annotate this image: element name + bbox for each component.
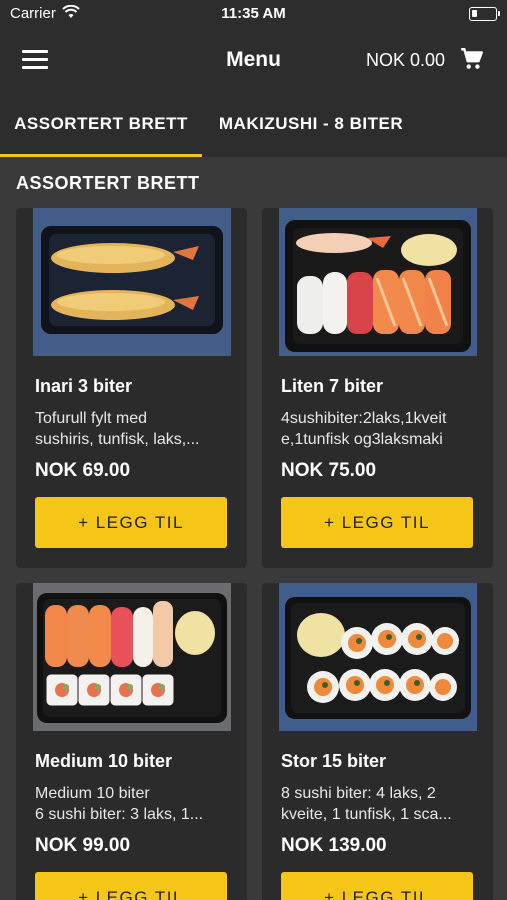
cart-total: NOK 0.00 bbox=[365, 50, 445, 70]
product-price: NOK 139.00 bbox=[281, 835, 387, 856]
tab-makizushi[interactable]: MAKIZUSHI - 8 BITER bbox=[202, 92, 420, 157]
category-tabs: ASSORTERT BRETT MAKIZUSHI - 8 BITER bbox=[0, 92, 507, 157]
add-to-cart-button[interactable]: + LEGG TIL bbox=[281, 497, 473, 548]
product-card[interactable]: Inari 3 biter Tofurull fylt med sushiris… bbox=[16, 208, 247, 568]
product-image bbox=[33, 208, 231, 356]
product-description: Tofurull fylt med sushiris, tunfisk, lak… bbox=[35, 410, 200, 448]
product-price: NOK 99.00 bbox=[35, 835, 131, 856]
product-description: 8 sushi biter: 4 laks, 2 kveite, 1 tunfi… bbox=[281, 785, 452, 823]
product-price: NOK 69.00 bbox=[35, 460, 131, 481]
product-description: 4sushibiter:2laks,1kveit e,1tunfisk og3l… bbox=[281, 410, 447, 448]
product-name: Liten 7 biter bbox=[281, 376, 384, 396]
status-bar: Carrier 11:35 AM bbox=[0, 0, 507, 28]
product-name: Medium 10 biter bbox=[35, 751, 173, 771]
add-to-cart-button[interactable]: + LEGG TIL bbox=[35, 872, 227, 900]
product-image bbox=[279, 208, 477, 356]
product-image bbox=[279, 583, 477, 731]
hamburger-icon[interactable] bbox=[22, 50, 48, 70]
product-description: Medium 10 biter 6 sushi biter: 3 laks, 1… bbox=[35, 785, 204, 823]
product-card[interactable]: Medium 10 biter Medium 10 biter 6 sushi … bbox=[16, 583, 247, 900]
product-name: Inari 3 biter bbox=[35, 376, 133, 396]
cart-icon[interactable] bbox=[459, 46, 485, 72]
product-name: Stor 15 biter bbox=[281, 751, 387, 771]
add-to-cart-button[interactable]: + LEGG TIL bbox=[281, 872, 473, 900]
product-card[interactable]: Liten 7 biter 4sushibiter:2laks,1kveit e… bbox=[262, 208, 493, 568]
nav-bar: Menu NOK 0.00 bbox=[0, 28, 507, 92]
product-price: NOK 75.00 bbox=[281, 460, 377, 481]
battery-icon bbox=[469, 7, 500, 21]
product-card[interactable]: Stor 15 biter 8 sushi biter: 4 laks, 2 k… bbox=[262, 583, 493, 900]
clock: 11:35 AM bbox=[221, 5, 286, 22]
add-to-cart-button[interactable]: + LEGG TIL bbox=[35, 497, 227, 548]
product-image bbox=[33, 583, 231, 731]
section-title: ASSORTERT BRETT bbox=[16, 173, 200, 193]
tab-assortert-brett[interactable]: ASSORTERT BRETT bbox=[0, 92, 202, 157]
